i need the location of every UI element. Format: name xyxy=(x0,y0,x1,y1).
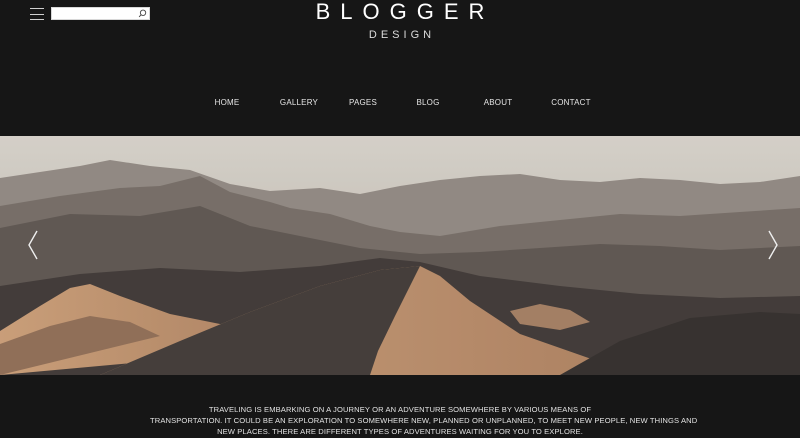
chevron-right-icon[interactable] xyxy=(766,229,780,261)
site-logo[interactable]: BLOGGER DESIGN xyxy=(0,0,800,42)
chevron-left-icon[interactable] xyxy=(26,229,40,261)
nav-item-contact[interactable]: CONTACT xyxy=(551,98,590,107)
hero-slider[interactable] xyxy=(0,136,800,375)
nav-item-about[interactable]: ABOUT xyxy=(484,98,513,107)
intro-text: TRAVELING IS EMBARKING ON A JOURNEY OR A… xyxy=(150,404,698,438)
main-nav: HOME GALLERY PAGES BLOG ABOUT CONTACT xyxy=(0,98,800,112)
nav-item-gallery[interactable]: GALLERY xyxy=(280,98,318,107)
nav-item-pages[interactable]: PAGES xyxy=(349,98,377,107)
intro-line: TRAVELING IS EMBARKING ON A JOURNEY OR A… xyxy=(208,405,592,414)
nav-item-blog[interactable]: BLOG xyxy=(416,98,439,107)
logo-subtitle: DESIGN xyxy=(368,29,436,41)
intro-line: NEW PLACES. THERE ARE DIFFERENT TYPES OF… xyxy=(217,427,583,437)
hero-image-desert-dunes xyxy=(0,136,800,375)
nav-item-home[interactable]: HOME xyxy=(215,98,240,107)
logo-title: BLOGGER xyxy=(315,0,495,24)
intro-line: TRANSPORTATION. IT COULD BE AN EXPLORATI… xyxy=(150,416,698,426)
